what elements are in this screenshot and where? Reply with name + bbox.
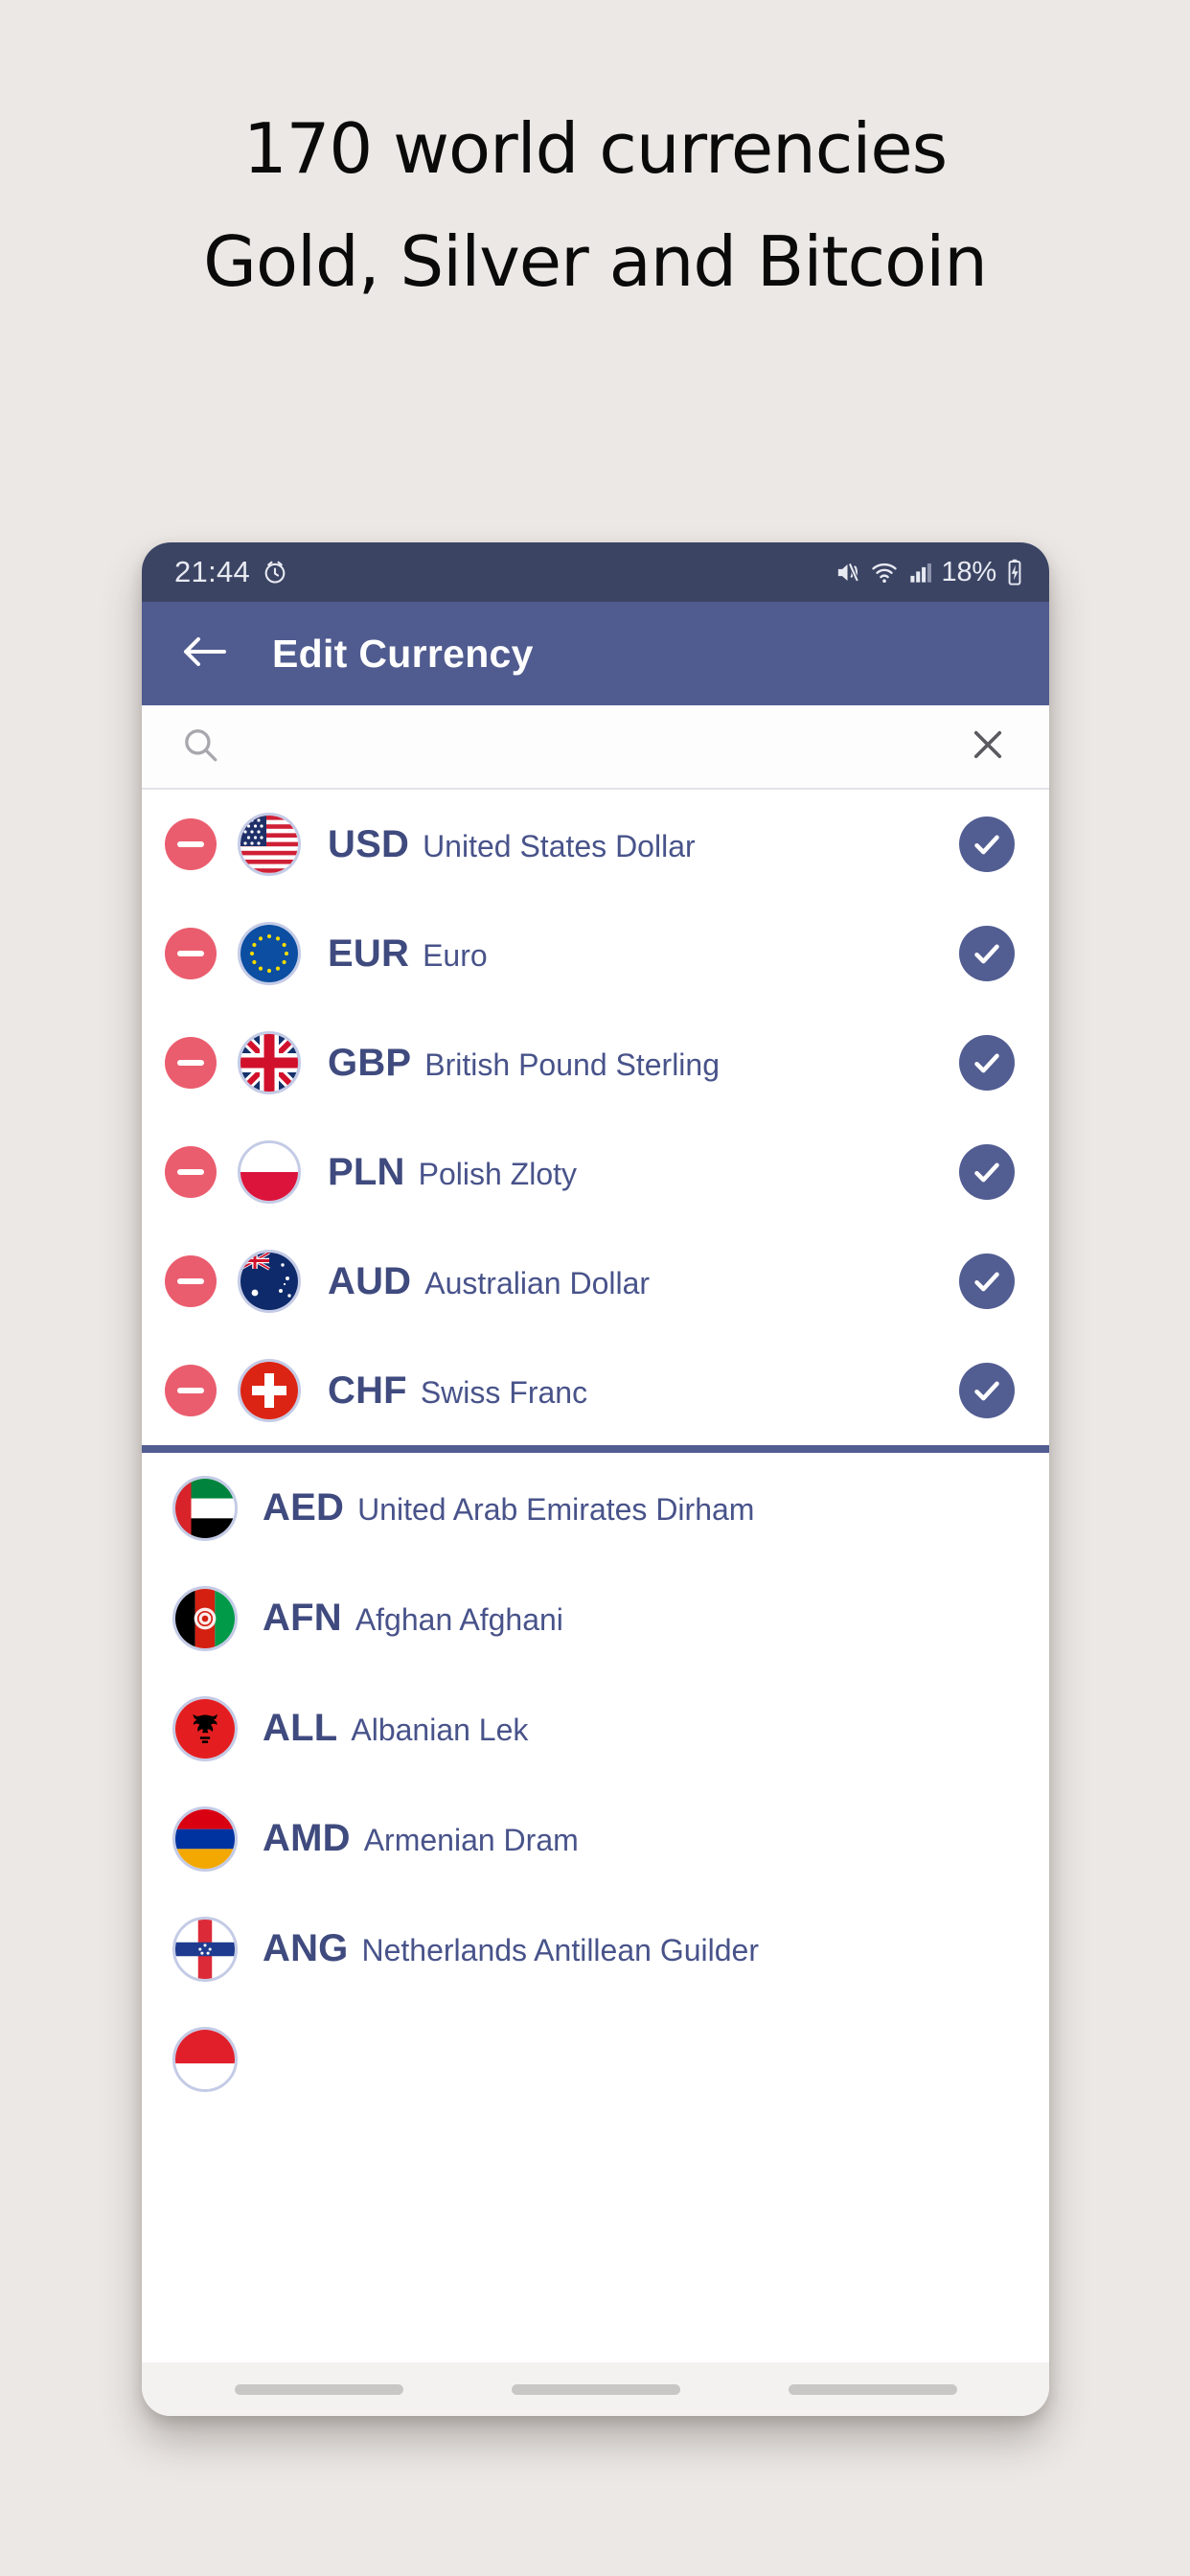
table-row[interactable]: EUR Euro xyxy=(142,899,1049,1008)
currency-name: Armenian Dram xyxy=(363,1823,579,1857)
alarm-icon xyxy=(262,559,288,586)
flag-partial xyxy=(172,2026,238,2092)
promo-headline: 170 world currencies Gold, Silver and Bi… xyxy=(0,92,1190,318)
flag-al xyxy=(172,1695,238,1761)
status-time: 21:44 xyxy=(174,555,251,588)
status-bar-right: 18% xyxy=(834,557,1024,588)
table-row[interactable]: USD United States Dollar xyxy=(142,790,1049,899)
currency-name: Albanian Lek xyxy=(351,1713,529,1747)
check-circle-icon[interactable] xyxy=(959,1363,1015,1418)
back-arrow-icon xyxy=(182,633,226,675)
flag-eu xyxy=(238,922,301,985)
search-bar xyxy=(142,705,1049,790)
table-row[interactable]: AFN Afghan Afghani xyxy=(142,1563,1049,1673)
currency-labels: ALL Albanian Lek xyxy=(263,1707,528,1750)
back-pill[interactable] xyxy=(788,2383,957,2395)
currency-labels: AFN Afghan Afghani xyxy=(263,1597,563,1640)
flag-gb xyxy=(238,1031,301,1094)
minus-circle-icon[interactable] xyxy=(165,1365,217,1416)
currency-labels: AUD Australian Dollar xyxy=(328,1260,650,1303)
recents-pill[interactable] xyxy=(234,2383,403,2395)
minus-circle-icon[interactable] xyxy=(165,1146,217,1198)
currency-name: Polish Zloty xyxy=(418,1156,577,1191)
table-row[interactable]: ANG Netherlands Antillean Guilder xyxy=(142,1894,1049,2004)
battery-percent: 18% xyxy=(941,556,997,587)
search-input[interactable] xyxy=(241,727,961,766)
currency-labels: AED United Arab Emirates Dirham xyxy=(263,1486,754,1530)
currency-labels: CHF Swiss Franc xyxy=(328,1369,587,1413)
minus-circle-icon[interactable] xyxy=(165,1037,217,1089)
currency-code: PLN xyxy=(328,1150,405,1193)
section-divider xyxy=(142,1445,1049,1453)
selected-currency-list: USD United States Dollar EUR Euro GBP Br… xyxy=(142,790,1049,1445)
table-row[interactable]: AUD Australian Dollar xyxy=(142,1227,1049,1336)
currency-code: AMD xyxy=(263,1817,351,1859)
flag-au xyxy=(238,1250,301,1313)
currency-labels: EUR Euro xyxy=(328,932,488,976)
currency-labels: AMD Armenian Dram xyxy=(263,1817,579,1860)
currency-code: GBP xyxy=(328,1041,412,1084)
flag-pl xyxy=(238,1140,301,1204)
currency-code: AED xyxy=(263,1486,345,1529)
search-icon xyxy=(180,724,220,770)
app-bar: Edit Currency xyxy=(142,602,1049,705)
table-row[interactable]: AMD Armenian Dram xyxy=(142,1783,1049,1894)
check-circle-icon[interactable] xyxy=(959,1144,1015,1200)
currency-labels: GBP British Pound Sterling xyxy=(328,1042,720,1085)
table-row[interactable]: GBP British Pound Sterling xyxy=(142,1008,1049,1117)
flag-am xyxy=(172,1806,238,1872)
currency-name: United Arab Emirates Dirham xyxy=(357,1492,755,1527)
flag-ch xyxy=(238,1359,301,1422)
back-button[interactable] xyxy=(174,624,234,683)
currency-labels: ANG Netherlands Antillean Guilder xyxy=(263,1927,759,1970)
table-row[interactable]: ALL Albanian Lek xyxy=(142,1673,1049,1783)
table-row[interactable]: AED United Arab Emirates Dirham xyxy=(142,1453,1049,1563)
cellular-signal-icon xyxy=(907,560,933,586)
minus-circle-icon[interactable] xyxy=(165,818,217,870)
currency-code: CHF xyxy=(328,1368,407,1412)
promo-line-1: 170 world currencies xyxy=(242,108,948,189)
check-circle-icon[interactable] xyxy=(959,1254,1015,1309)
currency-labels: PLN Polish Zloty xyxy=(328,1151,577,1194)
status-bar-left: 21:44 xyxy=(174,555,834,589)
check-circle-icon[interactable] xyxy=(959,926,1015,981)
currency-code: AFN xyxy=(263,1597,342,1639)
check-circle-icon[interactable] xyxy=(959,1035,1015,1091)
currency-name: Australian Dollar xyxy=(424,1265,651,1300)
available-currency-list: AED United Arab Emirates Dirham AFN Afgh… xyxy=(142,1453,1049,2114)
currency-name: Netherlands Antillean Guilder xyxy=(361,1933,759,1967)
android-nav-bar xyxy=(142,2362,1049,2416)
currency-labels: USD United States Dollar xyxy=(328,823,696,866)
currency-name: Afghan Afghani xyxy=(355,1602,563,1637)
currency-code: USD xyxy=(328,822,410,865)
flag-us xyxy=(238,813,301,876)
page-title: Edit Currency xyxy=(272,631,534,676)
flag-ae xyxy=(172,1475,238,1541)
currency-name: Swiss Franc xyxy=(420,1374,588,1410)
check-circle-icon[interactable] xyxy=(959,816,1015,872)
currency-code: AUD xyxy=(328,1259,412,1302)
close-icon xyxy=(968,724,1008,770)
volume-mute-icon xyxy=(834,559,861,586)
phone-mockup: 21:44 18% Edit Currency USD United State… xyxy=(142,542,1049,2416)
home-pill[interactable] xyxy=(511,2383,680,2395)
currency-code: ALL xyxy=(263,1707,338,1749)
currency-code: ANG xyxy=(263,1927,349,1969)
search-clear-button[interactable] xyxy=(961,720,1015,773)
currency-name: British Pound Sterling xyxy=(424,1046,720,1082)
table-row[interactable] xyxy=(142,2004,1049,2114)
battery-charging-icon xyxy=(1005,559,1024,586)
flag-af xyxy=(172,1585,238,1651)
currency-code: EUR xyxy=(328,932,410,975)
table-row[interactable]: PLN Polish Zloty xyxy=(142,1117,1049,1227)
minus-circle-icon[interactable] xyxy=(165,928,217,979)
wifi-icon xyxy=(870,559,899,586)
promo-line-2: Gold, Silver and Bitcoin xyxy=(203,221,988,302)
status-bar: 21:44 18% xyxy=(142,542,1049,602)
currency-name: Euro xyxy=(423,937,488,973)
currency-name: United States Dollar xyxy=(423,828,696,863)
table-row[interactable]: CHF Swiss Franc xyxy=(142,1336,1049,1445)
minus-circle-icon[interactable] xyxy=(165,1255,217,1307)
flag-an xyxy=(172,1916,238,1982)
